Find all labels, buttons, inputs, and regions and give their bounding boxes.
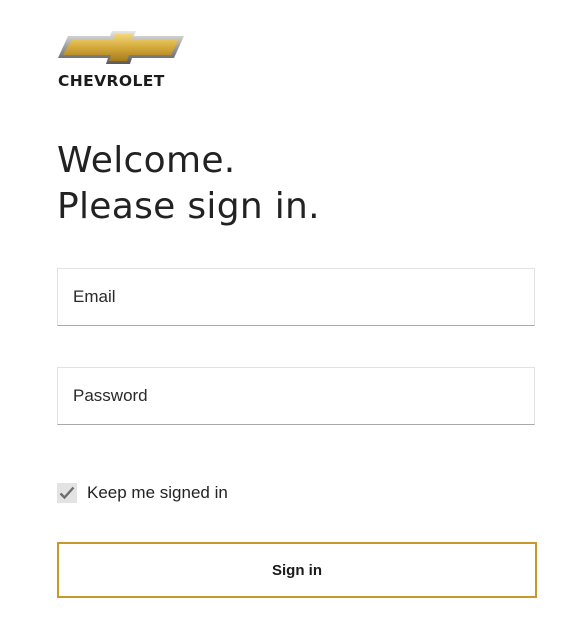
bowtie-icon — [58, 31, 184, 64]
keep-signed-in[interactable]: Keep me signed in — [57, 483, 228, 503]
title-line-welcome: Welcome. — [57, 140, 236, 181]
logo-wordmark: CHEVROLET — [58, 72, 165, 90]
password-input[interactable] — [58, 368, 534, 424]
keep-signed-in-label[interactable]: Keep me signed in — [87, 483, 228, 503]
email-input[interactable] — [58, 269, 534, 325]
keep-signed-in-checkbox[interactable] — [57, 483, 77, 503]
page-title: Welcome. Please sign in. — [57, 138, 320, 230]
checkmark-icon — [59, 486, 75, 500]
chevrolet-logo: CHEVROLET — [58, 30, 188, 90]
sign-in-button[interactable]: Sign in — [57, 542, 537, 598]
password-field[interactable] — [57, 367, 535, 425]
email-field[interactable] — [57, 268, 535, 326]
title-line-sign-in: Please sign in. — [57, 186, 320, 227]
